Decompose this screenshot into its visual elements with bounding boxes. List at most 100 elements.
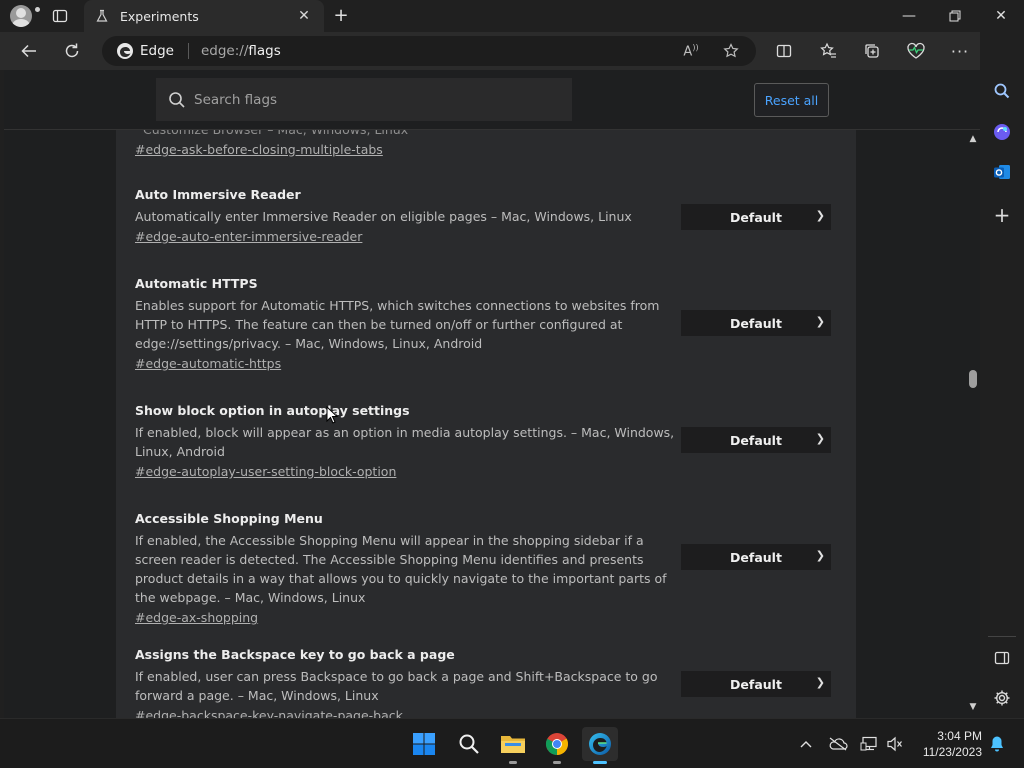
sidebar-divider xyxy=(988,636,1016,637)
edge-label: Edge xyxy=(140,43,174,59)
avatar-icon xyxy=(10,5,32,27)
experiment-link[interactable]: #edge-autoplay-user-setting-block-option xyxy=(135,464,396,479)
search-flags-input[interactable]: Search flags xyxy=(156,78,572,121)
experiment-link[interactable]: #edge-ask-before-closing-multiple-tabs xyxy=(135,142,383,157)
refresh-button[interactable] xyxy=(57,36,87,66)
vertical-tabs-icon xyxy=(52,9,68,23)
experiment-select[interactable]: Default ❯ xyxy=(681,671,831,697)
experiment-description: If enabled, user can press Backspace to … xyxy=(135,669,658,703)
experiment-description: Customize Browser – Mac, Windows, Linux xyxy=(135,130,675,139)
tab-title: Experiments xyxy=(120,8,199,24)
bell-icon xyxy=(991,736,1003,752)
compose-icon xyxy=(994,124,1010,140)
flags-page: Search flags Reset all Customize Browser… xyxy=(4,70,980,718)
read-aloud-icon: A)) xyxy=(683,42,699,60)
onedrive-button[interactable] xyxy=(827,733,849,755)
select-value: Default xyxy=(730,432,782,448)
edge-sidebar: + xyxy=(980,32,1024,718)
profile-button[interactable] xyxy=(8,4,40,28)
flags-header: Search flags Reset all xyxy=(4,70,980,130)
experiment-select[interactable]: Default ❯ xyxy=(681,427,831,453)
address-bar[interactable]: Edge edge://flags A)) xyxy=(102,36,756,66)
back-arrow-icon xyxy=(21,44,36,58)
chevron-down-icon: ❯ xyxy=(815,209,825,222)
url-prefix: edge:// xyxy=(200,43,249,59)
settings-more-button[interactable]: ··· xyxy=(945,36,975,66)
experiment-link[interactable]: #edge-automatic-https xyxy=(135,356,281,371)
address-separator xyxy=(187,43,189,59)
experiment-title: Show block option in autoplay settings xyxy=(135,403,410,418)
experiment-select[interactable]: Default ❯ xyxy=(681,544,831,570)
sidebar-search-button[interactable] xyxy=(987,76,1017,106)
collections-button[interactable] xyxy=(857,36,887,66)
network-button[interactable] xyxy=(858,733,880,755)
read-aloud-button[interactable]: A)) xyxy=(677,36,705,66)
chrome-button[interactable] xyxy=(539,727,575,764)
collections-icon xyxy=(865,44,879,58)
experiment-select[interactable]: Default ❯ xyxy=(681,310,831,336)
experiment-title: Auto Immersive Reader xyxy=(135,187,301,202)
new-tab-button[interactable]: + xyxy=(330,4,352,26)
show-hidden-icons-button[interactable] xyxy=(795,733,817,755)
chevron-down-icon: ❯ xyxy=(815,549,825,562)
system-clock[interactable]: 3:04 PM 11/23/2023 xyxy=(912,728,982,760)
flask-icon xyxy=(94,8,110,24)
back-button[interactable] xyxy=(14,36,44,66)
volume-button[interactable] xyxy=(884,733,906,755)
restore-icon xyxy=(949,10,961,22)
select-value: Default xyxy=(730,315,782,331)
experiment-link[interactable]: #edge-auto-enter-immersive-reader xyxy=(135,229,362,244)
experiment-title: Automatic HTTPS xyxy=(135,276,258,291)
edge-badge: Edge xyxy=(116,42,174,60)
search-placeholder: Search flags xyxy=(194,91,278,108)
page-scrollbar[interactable]: ▲ ▼ xyxy=(966,130,980,718)
search-icon xyxy=(169,91,185,108)
experiment-title: Accessible Shopping Menu xyxy=(135,511,323,526)
start-button[interactable] xyxy=(406,727,442,761)
sidebar-settings-button[interactable] xyxy=(987,683,1017,713)
running-indicator xyxy=(509,761,517,764)
browser-essentials-button[interactable] xyxy=(901,36,931,66)
gear-icon xyxy=(994,690,1010,706)
edge-logo-icon xyxy=(589,733,611,755)
experiment-link[interactable]: #edge-backspace-key-navigate-page-back xyxy=(135,708,403,718)
sidebar-outlook-button[interactable] xyxy=(987,157,1017,187)
experiment-description: Automatically enter Immersive Reader on … xyxy=(135,209,632,224)
favorites-button[interactable] xyxy=(813,36,843,66)
sidebar-copilot-button[interactable] xyxy=(987,117,1017,147)
reset-all-button[interactable]: Reset all xyxy=(754,83,829,117)
chrome-icon xyxy=(546,733,568,755)
experiment-link[interactable]: #edge-ax-shopping xyxy=(135,610,258,625)
close-tab-icon[interactable]: ✕ xyxy=(294,8,314,24)
select-value: Default xyxy=(730,209,782,225)
scroll-up-icon[interactable]: ▲ xyxy=(968,134,978,144)
tab-actions-button[interactable] xyxy=(48,6,72,26)
sidebar-add-button[interactable]: + xyxy=(987,200,1017,230)
experiment-select[interactable]: Default ❯ xyxy=(681,204,831,230)
add-favorite-button[interactable] xyxy=(717,36,745,66)
notifications-button[interactable] xyxy=(986,733,1008,755)
active-indicator xyxy=(593,761,607,764)
experiment-description: If enabled, the Accessible Shopping Menu… xyxy=(135,533,667,605)
select-value: Default xyxy=(730,676,782,692)
taskbar-search-button[interactable] xyxy=(451,727,487,761)
scroll-down-icon[interactable]: ▼ xyxy=(968,702,978,712)
file-explorer-button[interactable] xyxy=(495,727,531,764)
status-dot xyxy=(35,7,40,12)
edge-taskbar-button[interactable] xyxy=(582,727,618,764)
plus-icon: + xyxy=(993,203,1011,227)
scroll-thumb[interactable] xyxy=(969,370,977,388)
close-window-button[interactable]: ✕ xyxy=(978,0,1024,32)
folder-icon xyxy=(501,736,525,753)
hide-sidebar-button[interactable] xyxy=(987,643,1017,673)
windows-logo-icon xyxy=(413,733,435,755)
restore-button[interactable] xyxy=(932,0,978,32)
running-indicator xyxy=(553,761,561,764)
experiment-description: Enables support for Automatic HTTPS, whi… xyxy=(135,298,660,351)
tab-experiments[interactable]: Experiments ✕ xyxy=(84,0,324,32)
url-text: edge://flags xyxy=(201,43,281,59)
experiment-title: Assigns the Backspace key to go back a p… xyxy=(135,647,455,662)
chevron-down-icon: ❯ xyxy=(815,432,825,445)
minimize-button[interactable]: — xyxy=(886,0,932,32)
split-screen-button[interactable] xyxy=(769,36,799,66)
